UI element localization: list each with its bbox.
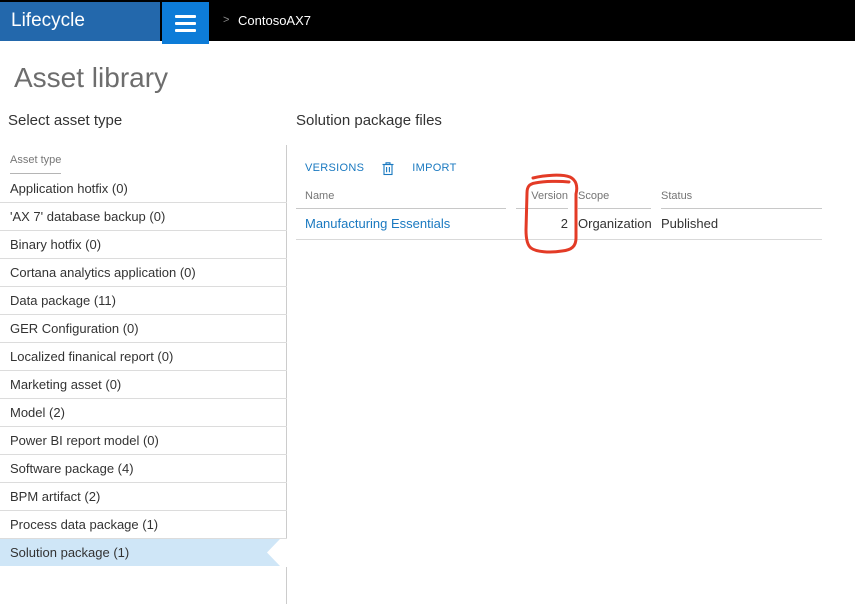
column-header-scope: Scope — [578, 187, 651, 209]
asset-type-list: Application hotfix (0) 'AX 7' database b… — [0, 175, 287, 567]
asset-type-item-ger-configuration[interactable]: GER Configuration (0) — [0, 315, 287, 343]
column-header-status: Status — [661, 187, 822, 209]
breadcrumb-chevron-icon: > — [223, 0, 229, 41]
right-panel-heading: Solution package files — [296, 112, 442, 129]
asset-type-item-binary-hotfix[interactable]: Binary hotfix (0) — [0, 231, 287, 259]
solution-package-files-panel: VERSIONS IMPORT Name Version Scope Statu… — [296, 155, 822, 240]
files-toolbar: VERSIONS IMPORT — [296, 155, 822, 181]
asset-type-item-localized-financial-report[interactable]: Localized finanical report (0) — [0, 343, 287, 371]
asset-type-item-ax7-database-backup[interactable]: 'AX 7' database backup (0) — [0, 203, 287, 231]
asset-type-panel: Asset type Application hotfix (0) 'AX 7'… — [0, 145, 287, 604]
asset-type-item-cortana-analytics-application[interactable]: Cortana analytics application (0) — [0, 259, 287, 287]
asset-type-item-data-package[interactable]: Data package (11) — [0, 287, 287, 315]
file-version: 2 — [516, 209, 568, 239]
asset-type-item-solution-package[interactable]: Solution package (1) — [0, 539, 287, 567]
column-header-version: Version — [516, 187, 568, 209]
brand-logo[interactable]: Lifecycle Services — [0, 2, 160, 41]
breadcrumb-project[interactable]: ContosoAX7 — [238, 0, 311, 41]
asset-type-item-marketing-asset[interactable]: Marketing asset (0) — [0, 371, 287, 399]
asset-type-item-process-data-package[interactable]: Process data package (1) — [0, 511, 287, 539]
asset-type-item-bpm-artifact[interactable]: BPM artifact (2) — [0, 483, 287, 511]
file-name-link[interactable]: Manufacturing Essentials — [305, 216, 450, 231]
import-button[interactable]: IMPORT — [412, 162, 456, 174]
asset-type-item-application-hotfix[interactable]: Application hotfix (0) — [0, 175, 287, 203]
asset-type-item-power-bi-report-model[interactable]: Power BI report model (0) — [0, 427, 287, 455]
file-status: Published — [661, 209, 822, 239]
trash-icon[interactable] — [381, 161, 395, 176]
asset-type-item-model[interactable]: Model (2) — [0, 399, 287, 427]
files-table-header: Name Version Scope Status — [296, 187, 822, 209]
asset-type-column-header: Asset type — [0, 145, 287, 175]
hamburger-menu-button[interactable] — [162, 2, 209, 44]
asset-type-item-software-package[interactable]: Software package (4) — [0, 455, 287, 483]
column-header-name: Name — [296, 187, 506, 209]
table-row: Manufacturing Essentials 2 Organization … — [296, 209, 822, 240]
hamburger-menu-icon — [175, 15, 196, 18]
left-panel-heading: Select asset type — [8, 112, 122, 129]
top-bar: Lifecycle Services > ContosoAX7 — [0, 0, 855, 41]
file-scope: Organization — [578, 209, 651, 239]
versions-button[interactable]: VERSIONS — [305, 162, 364, 174]
